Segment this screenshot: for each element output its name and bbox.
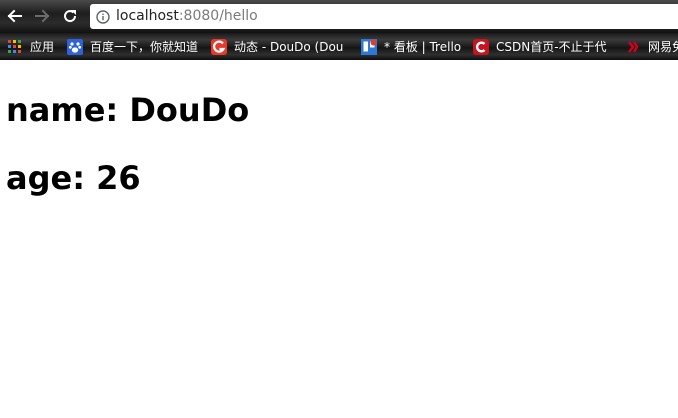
bookmarks-bar: 应用 百度一下，你就知道 动态 - DouDo (Dou * 看板 | Trel… — [0, 33, 678, 60]
back-button[interactable] — [4, 6, 24, 26]
csdn-icon — [473, 38, 489, 55]
bookmark-label: 应用 — [30, 40, 55, 54]
forward-arrow-icon — [35, 9, 50, 23]
bookmark-netease[interactable]: 网易免 — [625, 33, 678, 60]
url-path: :8080/hello — [178, 8, 258, 24]
back-arrow-icon — [7, 9, 22, 23]
forward-button[interactable] — [33, 6, 53, 26]
apps-grid-icon — [8, 40, 21, 53]
bookmark-label: 百度一下，你就知道 — [90, 40, 199, 54]
name-heading: name: DouDo — [6, 91, 250, 129]
browser-toolbar: localhost:8080/hello — [0, 0, 678, 33]
age-heading: age: 26 — [6, 159, 141, 197]
bookmark-trello[interactable]: * 看板 | Trello — [361, 33, 461, 60]
bookmark-label: 网易免 — [648, 40, 678, 54]
g-logo-icon — [211, 38, 227, 55]
netease-icon — [625, 39, 641, 55]
trello-icon — [361, 38, 377, 55]
bookmark-label: 动态 - DouDo (Dou — [234, 40, 344, 54]
url-text[interactable]: localhost:8080/hello — [116, 4, 258, 29]
address-bar[interactable]: localhost:8080/hello — [90, 4, 678, 29]
url-host: localhost — [116, 8, 179, 24]
info-icon[interactable] — [96, 9, 110, 24]
bookmark-csdn[interactable]: CSDN首页-不止于代 — [473, 33, 607, 60]
bookmark-label: * 看板 | Trello — [384, 40, 462, 54]
bookmark-baidu[interactable]: 百度一下，你就知道 — [67, 33, 198, 60]
baidu-paw-icon — [67, 38, 83, 55]
bookmark-apps[interactable]: 应用 — [8, 33, 54, 60]
bookmark-douban[interactable]: 动态 - DouDo (Dou — [211, 33, 343, 60]
reload-button[interactable] — [60, 6, 80, 26]
reload-icon — [64, 10, 77, 23]
bookmark-label: CSDN首页-不止于代 — [496, 40, 607, 54]
